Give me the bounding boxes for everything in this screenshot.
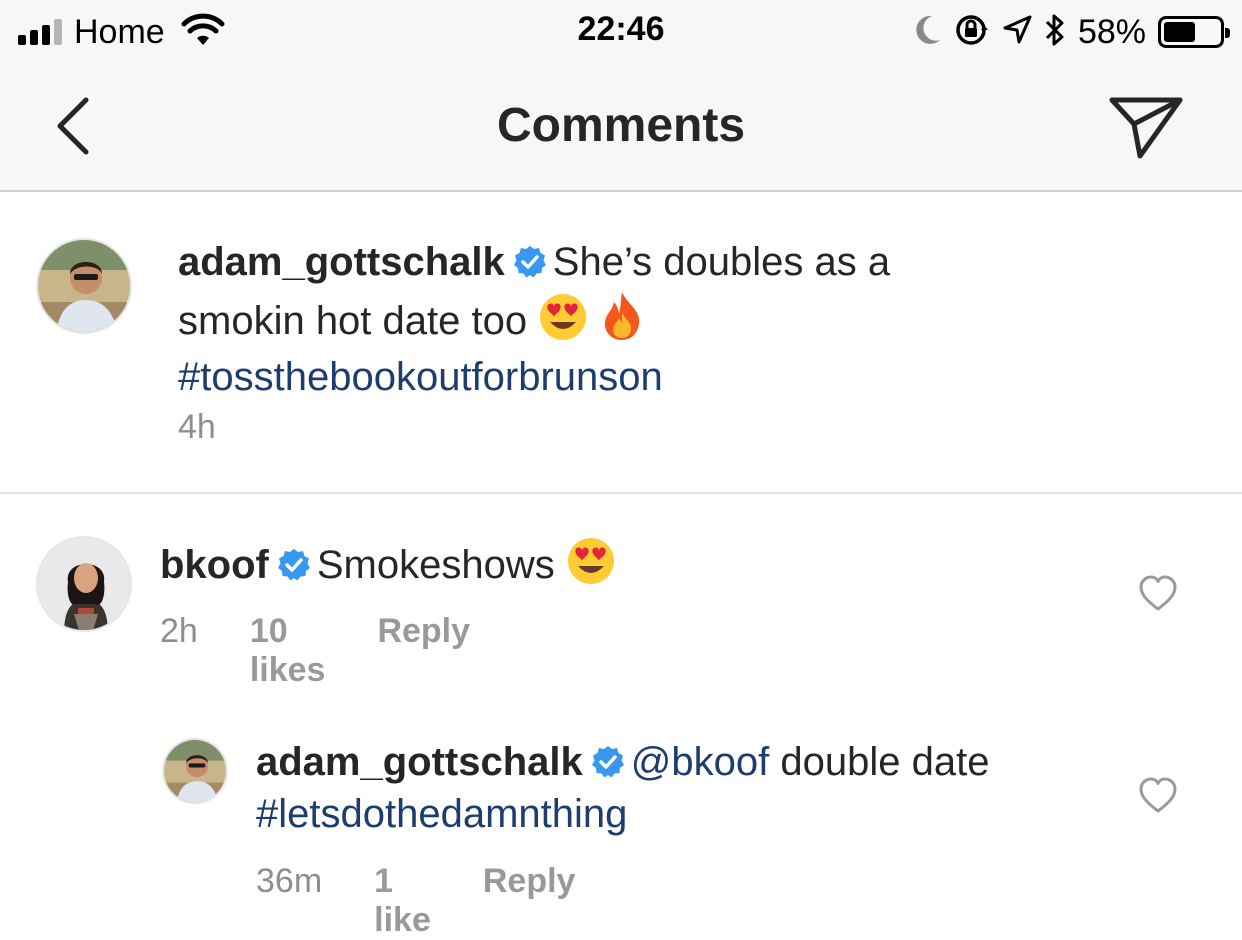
battery-level-fill <box>1164 22 1196 42</box>
like-button[interactable] <box>1138 776 1178 816</box>
location-arrow-icon <box>1002 15 1032 50</box>
avatar[interactable] <box>36 238 132 334</box>
avatar[interactable] <box>162 738 228 804</box>
do-not-disturb-moon-icon <box>912 14 942 51</box>
battery-percent: 58% <box>1077 12 1146 51</box>
username[interactable]: bkoof <box>160 543 269 587</box>
avatar[interactable] <box>36 536 132 632</box>
heart-eyes-emoji-icon <box>566 536 616 597</box>
comment-time: 36m <box>256 862 323 900</box>
verified-badge-icon <box>513 242 547 290</box>
header-bar: Comments <box>0 64 1242 192</box>
comment-text: smokin hot date too <box>178 299 528 343</box>
mention-link[interactable]: @bkoof <box>631 740 769 784</box>
rotation-lock-icon <box>954 13 990 52</box>
comment-text: She’s doubles as a <box>552 240 891 284</box>
hashtag-link[interactable]: #tossthebookoutforbrunson <box>178 355 663 399</box>
likes-count[interactable]: 10 likes <box>250 612 326 690</box>
heart-eyes-emoji-icon <box>538 292 588 353</box>
paper-plane-icon <box>1109 97 1183 159</box>
username[interactable]: adam_gottschalk <box>256 740 583 784</box>
status-bar: Home 22:46 58% <box>0 0 1242 64</box>
verified-badge-icon <box>277 545 311 593</box>
share-direct-button[interactable] <box>1106 94 1186 164</box>
comment-time: 4h <box>178 408 216 446</box>
divider <box>0 492 1242 494</box>
heart-icon <box>1139 777 1177 813</box>
username[interactable]: adam_gottschalk <box>178 240 505 284</box>
fire-emoji-icon <box>599 290 645 353</box>
comment-meta: 2h 10 likes Reply <box>160 612 470 690</box>
heart-icon <box>1139 575 1177 611</box>
hashtag-link[interactable]: #letsdothedamnthing <box>256 792 627 836</box>
verified-badge-icon <box>591 742 625 790</box>
comment-meta: 36m 1 like Reply <box>256 862 575 940</box>
comment-text: Smokeshows <box>316 543 555 587</box>
page-title: Comments <box>496 99 746 152</box>
comment-time: 2h <box>160 612 198 650</box>
status-right: 58% <box>912 12 1230 52</box>
bluetooth-icon <box>1044 13 1066 52</box>
reply-button[interactable]: Reply <box>377 612 470 690</box>
comment-meta: 4h <box>178 408 216 447</box>
comment-text: double date <box>780 740 990 784</box>
battery-icon <box>1158 16 1230 48</box>
like-button[interactable] <box>1138 574 1178 614</box>
reply-button[interactable]: Reply <box>483 862 576 940</box>
likes-count[interactable]: 1 like <box>374 862 431 940</box>
